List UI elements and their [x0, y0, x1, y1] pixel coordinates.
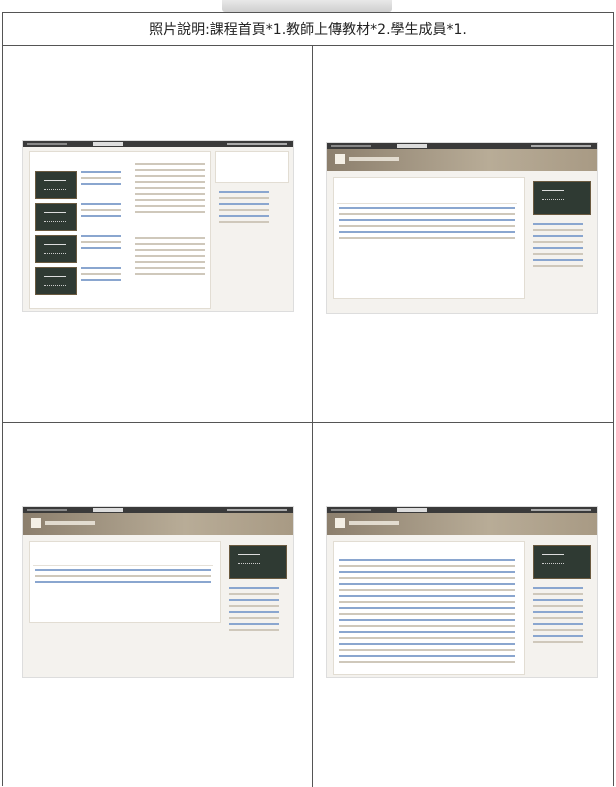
- chalkboard-icon: [229, 545, 287, 579]
- photo-table: 照片說明:課程首頁*1.教師上傳教材*2.學生成員*1.: [2, 12, 614, 787]
- table-divider-horizontal: [3, 422, 613, 423]
- screenshot-teacher-material-1: [327, 143, 597, 313]
- screenshot-teacher-material-2: [23, 507, 293, 677]
- chalkboard-icon: [35, 267, 77, 295]
- chalkboard-icon: [35, 203, 77, 231]
- screenshot-student-members: [327, 507, 597, 677]
- chalkboard-icon: [533, 181, 591, 215]
- screenshot-course-home: [23, 141, 293, 311]
- chalkboard-icon: [35, 235, 77, 263]
- top-strip: [0, 0, 616, 12]
- table-divider-vertical: [312, 45, 313, 787]
- chalkboard-icon: [533, 545, 591, 579]
- chalkboard-icon: [35, 171, 77, 199]
- header-blur: [222, 0, 392, 12]
- photo-caption: 照片說明:課程首頁*1.教師上傳教材*2.學生成員*1.: [3, 13, 613, 46]
